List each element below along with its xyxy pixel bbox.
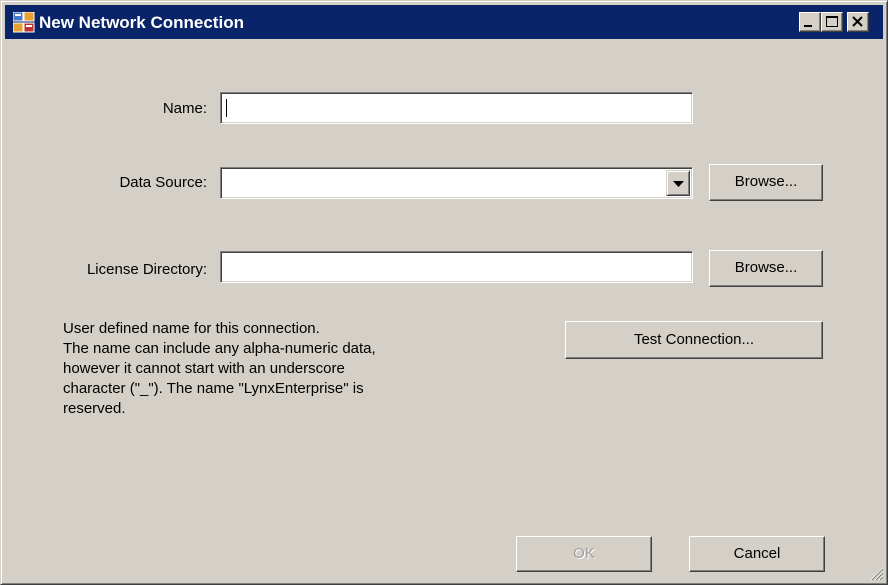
test-connection-label: Test Connection...: [633, 331, 755, 348]
data-source-combobox[interactable]: [220, 167, 693, 199]
close-button[interactable]: [847, 12, 869, 32]
help-line: User defined name for this connection.: [63, 320, 320, 337]
maximize-button[interactable]: [821, 12, 843, 32]
cancel-label: Cancel: [733, 545, 781, 562]
cancel-button[interactable]: Cancel: [689, 536, 825, 572]
close-icon: [852, 16, 863, 27]
license-directory-label: License Directory:: [86, 261, 207, 278]
window-title: New Network Connection: [39, 13, 244, 32]
license-directory-browse-label: Browse...: [734, 259, 798, 276]
test-connection-button[interactable]: Test Connection...: [565, 321, 823, 359]
help-line: character ("_"). The name "LynxEnterpris…: [63, 380, 364, 397]
help-line: however it cannot start with an undersco…: [63, 360, 345, 377]
maximize-icon: [826, 16, 838, 27]
license-directory-input[interactable]: [220, 251, 693, 283]
name-input[interactable]: [220, 92, 693, 124]
ok-label: OK: [573, 545, 595, 562]
data-source-label: Data Source:: [119, 174, 207, 191]
minimize-button[interactable]: [799, 12, 821, 32]
help-line: The name can include any alpha-numeric d…: [63, 340, 376, 357]
chevron-down-icon: [673, 181, 684, 187]
data-source-browse-button[interactable]: Browse...: [709, 164, 823, 201]
name-label: Name:: [162, 100, 207, 117]
resize-grip-icon[interactable]: [868, 565, 884, 581]
network-connection-app-icon: [13, 12, 35, 33]
license-directory-browse-button[interactable]: Browse...: [709, 250, 823, 287]
help-text: User defined name for this connection. T…: [63, 319, 533, 419]
help-line: reserved.: [63, 400, 126, 417]
text-caret: [226, 99, 227, 117]
data-source-browse-label: Browse...: [734, 173, 798, 190]
minimize-icon: [804, 25, 812, 27]
ok-button[interactable]: OK: [516, 536, 652, 572]
data-source-dropdown-button[interactable]: [666, 170, 690, 196]
title-bar[interactable]: New Network Connection: [5, 5, 883, 39]
dialog-window: New Network Connection Name: Data Source…: [0, 0, 888, 585]
